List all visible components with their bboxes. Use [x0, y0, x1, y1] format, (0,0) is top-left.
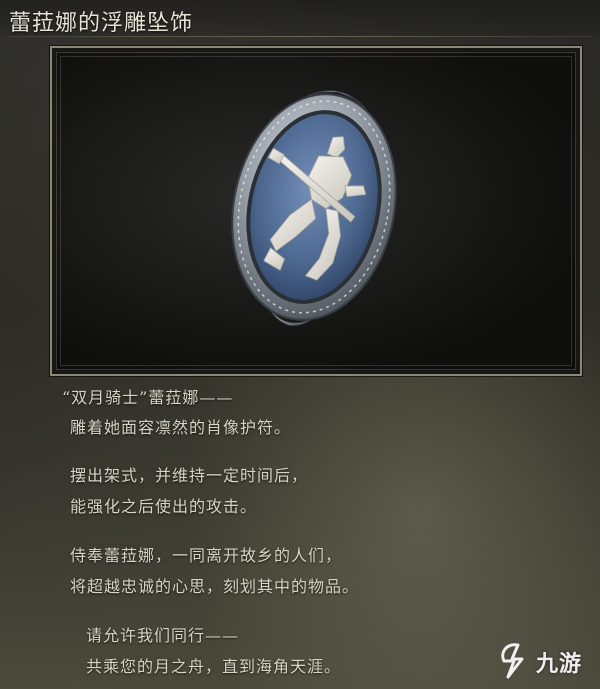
jiuyou-logo-icon [501, 643, 524, 679]
item-detail-screen: 蕾菈娜的浮雕坠饰 “双月骑士”蕾菈娜—— 雕着她面容凛然的肖像护符。 摆出架式，… [0, 0, 600, 689]
description-line: 侍奉蕾菈娜，一同离开故乡的人们， [70, 546, 343, 565]
description-line: 能强化之后使出的攻击。 [70, 497, 258, 516]
item-description: “双月骑士”蕾菈娜—— 雕着她面容凛然的肖像护符。 摆出架式，并维持一定时间后，… [0, 0, 600, 689]
description-line: “双月骑士”蕾菈娜—— [62, 388, 234, 407]
description-line: 请允许我们同行—— [86, 626, 240, 645]
watermark: 九游 [496, 641, 592, 681]
description-line: 将超越忠诚的心思，刻划其中的物品。 [70, 577, 360, 596]
description-line: 雕着她面容凛然的肖像护符。 [70, 418, 292, 437]
description-line: 摆出架式，并维持一定时间后， [70, 466, 309, 485]
watermark-text: 九游 [536, 652, 583, 677]
description-line: 共乘您的月之舟，直到海角天涯。 [86, 657, 342, 676]
